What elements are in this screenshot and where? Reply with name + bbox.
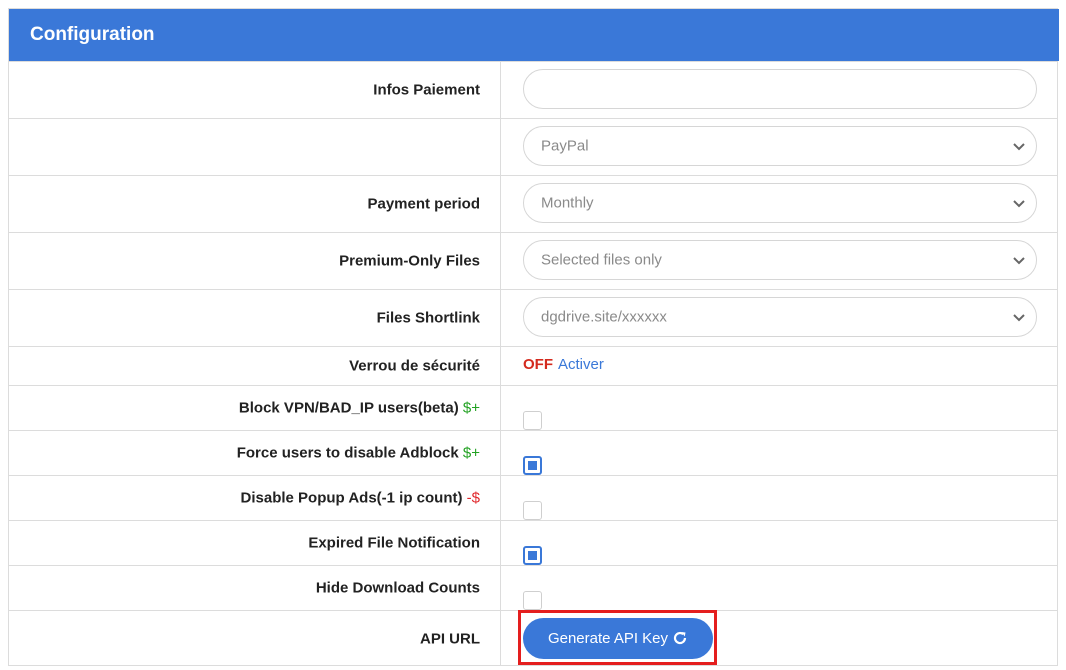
premium-only-select[interactable]: Selected files only [523, 240, 1037, 280]
expired-notification-label: Expired File Notification [308, 534, 480, 552]
files-shortlink-select[interactable]: dgdrive.site/xxxxxx [523, 297, 1037, 337]
row-infos-paiement: Infos Paiement [9, 61, 1057, 118]
expired-notification-checkbox[interactable] [523, 546, 542, 565]
payment-period-label: Payment period [367, 195, 480, 213]
premium-only-value: Selected files only [541, 251, 662, 269]
configuration-panel: Configuration Infos Paiement PayPal Paym… [8, 8, 1059, 666]
row-hide-download-counts: Hide Download Counts [9, 565, 1057, 610]
files-shortlink-label: Files Shortlink [376, 309, 480, 327]
row-payment-period: Payment period Monthly [9, 175, 1057, 232]
chevron-down-icon [1013, 314, 1025, 322]
row-expired-notification: Expired File Notification [9, 520, 1057, 565]
force-adblock-label: Force users to disable Adblock [236, 444, 459, 462]
chevron-down-icon [1013, 200, 1025, 208]
payment-period-select[interactable]: Monthly [523, 183, 1037, 223]
infos-paiement-label: Infos Paiement [373, 81, 480, 99]
block-vpn-checkbox[interactable] [523, 411, 542, 430]
disable-popup-tag: -$ [466, 489, 480, 507]
api-url-label: API URL [420, 630, 480, 647]
force-adblock-label-group: Force users to disable Adblock $+ [237, 445, 480, 462]
hide-download-counts-label: Hide Download Counts [315, 579, 480, 597]
panel-title: Configuration [30, 24, 155, 45]
disable-popup-label-group: Disable Popup Ads(-1 ip count) -$ [241, 490, 480, 507]
row-block-vpn: Block VPN/BAD_IP users(beta) $+ [9, 385, 1057, 430]
block-vpn-label-group: Block VPN/BAD_IP users(beta) $+ [239, 400, 480, 417]
row-force-adblock: Force users to disable Adblock $+ [9, 430, 1057, 475]
disable-popup-label: Disable Popup Ads(-1 ip count) [240, 489, 463, 507]
chevron-down-icon [1013, 143, 1025, 151]
disable-popup-checkbox[interactable] [523, 501, 542, 520]
premium-only-label: Premium-Only Files [339, 252, 480, 270]
force-adblock-tag: $+ [462, 444, 480, 462]
files-shortlink-value: dgdrive.site/xxxxxx [541, 308, 667, 326]
activate-security-link[interactable]: Activer [558, 356, 604, 373]
hide-download-counts-checkbox[interactable] [523, 591, 542, 610]
row-payment-method: PayPal [9, 118, 1057, 175]
payment-method-value: PayPal [541, 137, 589, 155]
panel-header: Configuration [9, 9, 1059, 61]
payment-method-select[interactable]: PayPal [523, 126, 1037, 166]
block-vpn-label: Block VPN/BAD_IP users(beta) [238, 399, 459, 417]
row-premium-only-files: Premium-Only Files Selected files only [9, 232, 1057, 289]
block-vpn-tag: $+ [462, 399, 480, 417]
security-lock-label: Verrou de sécurité [349, 357, 480, 375]
payment-period-value: Monthly [541, 194, 594, 212]
row-security-lock: Verrou de sécurité OFF Activer [9, 346, 1057, 385]
infos-paiement-input[interactable] [523, 69, 1037, 109]
row-disable-popup: Disable Popup Ads(-1 ip count) -$ [9, 475, 1057, 520]
security-lock-status: OFF [523, 356, 553, 373]
row-files-shortlink: Files Shortlink dgdrive.site/xxxxxx [9, 289, 1057, 346]
chevron-down-icon [1013, 257, 1025, 265]
highlight-box [518, 610, 717, 665]
force-adblock-checkbox[interactable] [523, 456, 542, 475]
